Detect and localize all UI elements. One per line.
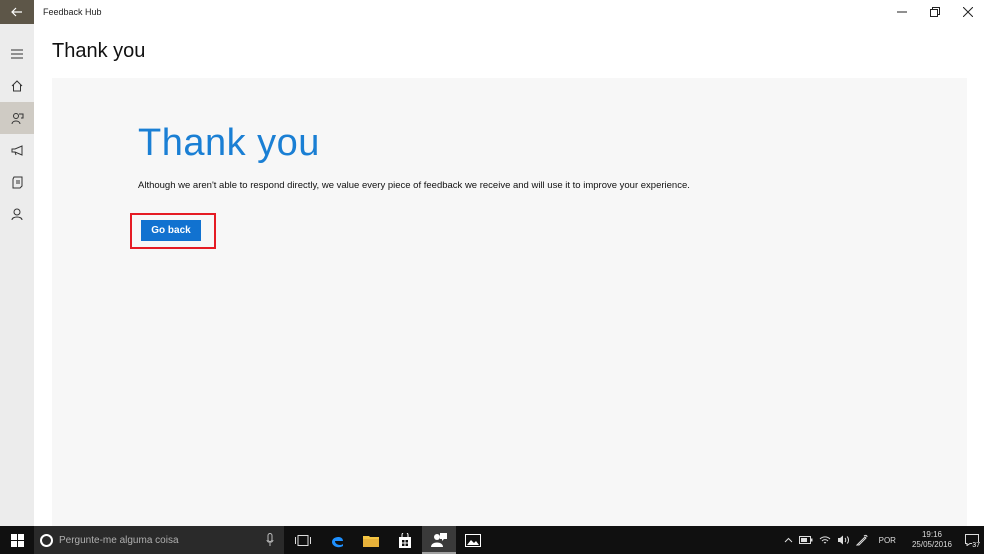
back-button[interactable] [0,0,34,24]
nav-hamburger[interactable] [0,38,34,70]
app-title: Feedback Hub [43,7,102,17]
volume-button[interactable] [834,526,853,554]
close-button[interactable] [951,0,984,24]
window-controls [885,0,984,24]
megaphone-icon [11,144,22,156]
clock-date: 25/05/2016 [911,540,952,549]
search-placeholder: Pergunte-me alguma coisa [59,534,179,546]
content-panel: Thank you Although we aren't able to res… [52,78,967,526]
quests-icon [12,176,22,188]
windows-logo-icon [10,533,24,547]
start-button[interactable] [0,526,34,554]
microphone-icon[interactable] [266,533,274,546]
store-icon [399,532,411,548]
nav-announcements[interactable] [0,134,34,166]
profile-icon [11,208,23,220]
nav-feedback[interactable] [0,102,34,134]
pen-icon [855,534,868,546]
edge-icon [331,536,343,547]
title-bar: Feedback Hub [0,0,984,24]
nav-profile[interactable] [0,198,34,230]
notification-count: 37 [972,542,980,549]
close-icon [962,7,973,17]
nav-rail [0,24,34,526]
task-view-button[interactable] [286,526,320,554]
hamburger-icon [11,49,23,59]
minimize-button[interactable] [885,0,918,24]
pen-button[interactable] [853,526,871,554]
thank-you-heading: Thank you [138,122,320,164]
edge-button[interactable] [320,526,354,554]
restore-icon [929,7,940,17]
language-indicator[interactable]: POR [871,526,904,554]
page-title: Thank you [52,40,146,62]
thank-you-message: Although we aren't able to respond direc… [138,180,690,191]
feedback-icon [11,112,23,124]
cortana-icon [40,533,53,547]
task-view-icon [295,534,311,546]
chevron-up-icon [784,537,792,543]
file-explorer-button[interactable] [354,526,388,554]
show-hidden-icons-button[interactable] [781,526,796,554]
search-box[interactable]: Pergunte-me alguma coisa [34,526,284,554]
feedback-hub-icon [431,532,447,547]
network-button[interactable] [816,526,834,554]
minimize-icon [896,11,907,13]
home-icon [11,80,23,92]
speaker-icon [837,535,849,545]
clock[interactable]: 19:16 25/05/2016 [904,530,960,550]
action-center-button[interactable]: 37 [960,526,984,554]
system-tray: POR 19:16 25/05/2016 37 [781,526,984,554]
battery-button[interactable] [796,526,816,554]
battery-icon [798,536,813,544]
arrow-left-icon [11,7,22,17]
wifi-icon [819,536,830,544]
store-button[interactable] [388,526,422,554]
clock-time: 19:16 [921,530,942,539]
photos-button[interactable] [456,526,490,554]
feedback-hub-button[interactable] [422,526,456,554]
restore-button[interactable] [918,0,951,24]
file-explorer-icon [363,535,379,547]
photos-icon [465,533,481,547]
go-back-button[interactable]: Go back [141,220,201,241]
taskbar: Pergunte-me alguma coisa POR 19:16 25/05… [0,526,984,554]
nav-quests[interactable] [0,166,34,198]
nav-home[interactable] [0,70,34,102]
